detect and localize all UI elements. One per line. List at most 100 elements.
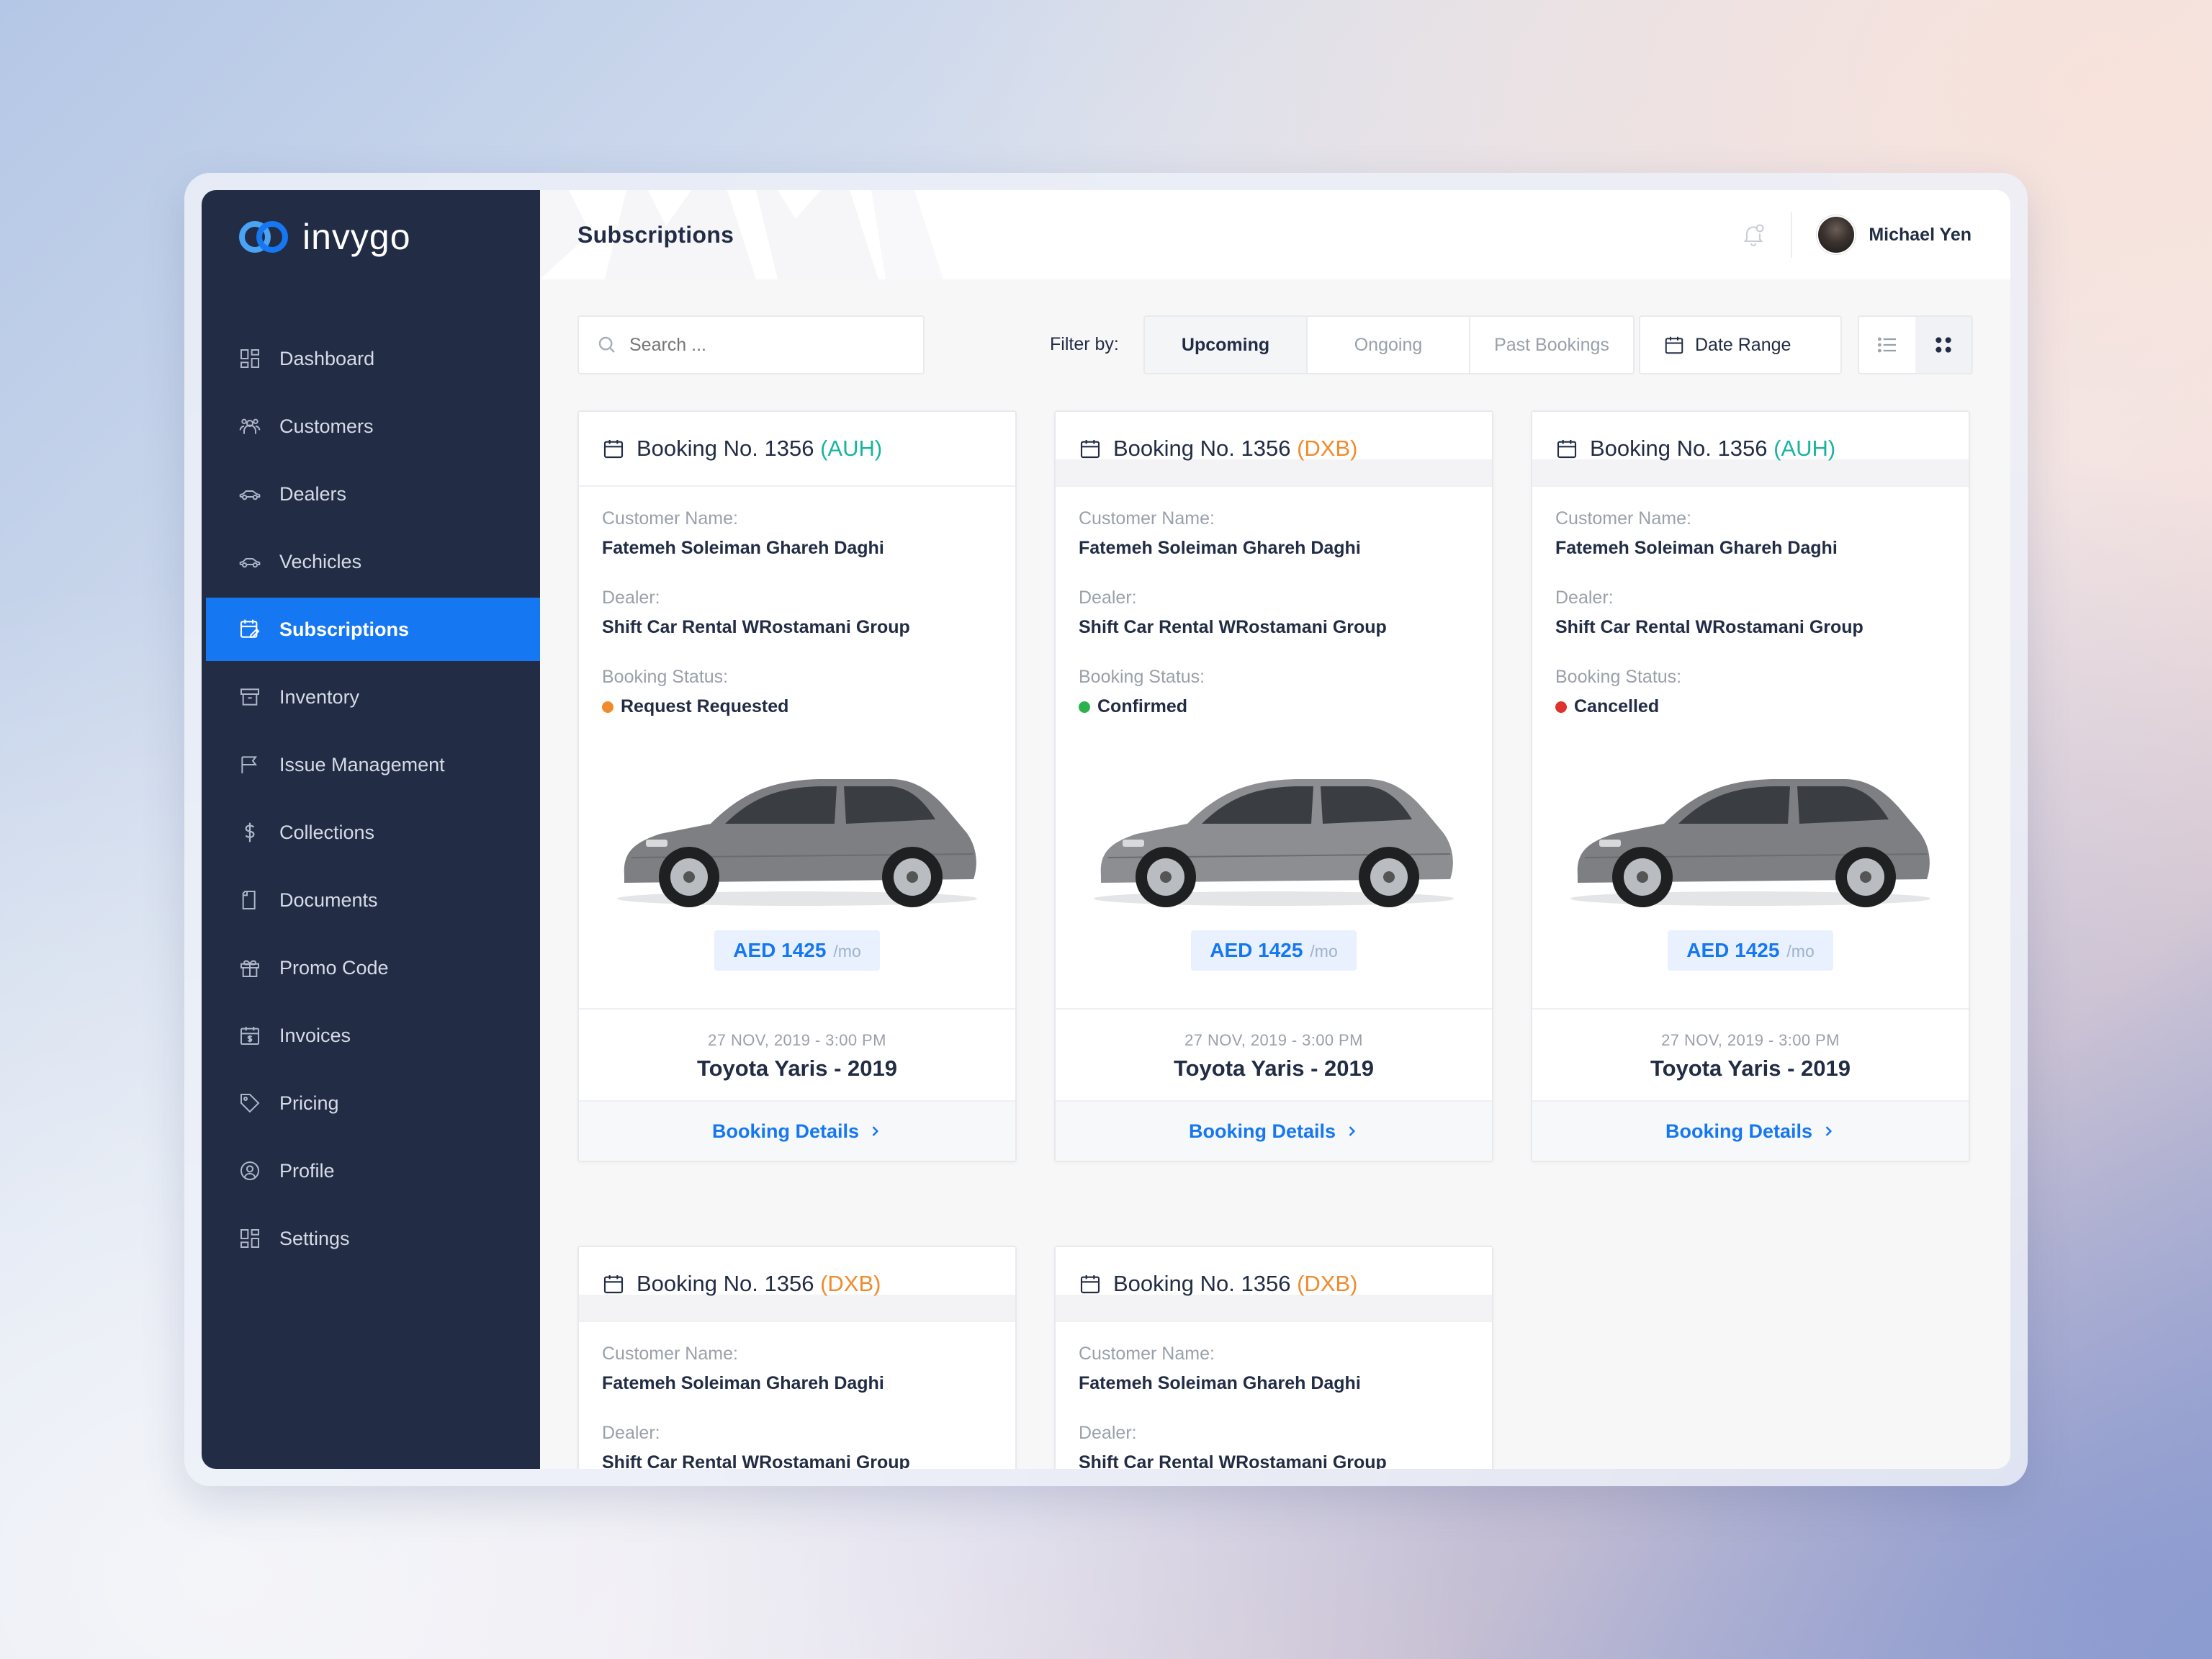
booking-card[interactable]: Booking No. 1356 (AUH) Customer Name: Fa… — [1531, 410, 1970, 1162]
search-input[interactable] — [629, 334, 903, 356]
car-model: Toyota Yaris - 2019 — [696, 1056, 897, 1081]
booking-status-label: Booking Status: — [1555, 667, 1682, 687]
calendar-icon — [1080, 440, 1100, 459]
booking-number: Booking No. 1356 (AUH) — [1590, 436, 1836, 461]
booking-card-header: Booking No. 1356 (AUH) — [579, 412, 1015, 487]
status-dot — [1555, 701, 1567, 713]
sidebar-item-promo-code[interactable]: Promo Code — [202, 936, 540, 999]
booking-card[interactable]: Booking No. 1356 (DXB) Customer Name: Fa… — [577, 1246, 1017, 1469]
invygo-logo-icon — [239, 221, 288, 253]
booking-card-body: Customer Name: Fatemeh Soleiman Ghareh D… — [1056, 487, 1492, 971]
booking-card[interactable]: Booking No. 1356 (DXB) Customer Name: Fa… — [1054, 1246, 1493, 1469]
price-badge: AED 1425 /mo — [714, 930, 880, 971]
booking-status-value: Request Requested — [621, 696, 789, 716]
notification-bell-icon[interactable] — [1740, 222, 1766, 248]
settings-grid-icon — [238, 1226, 262, 1251]
booking-card[interactable]: Booking No. 1356 (DXB) Customer Name: Fa… — [1054, 410, 1493, 1162]
profile-icon — [238, 1159, 262, 1183]
price-badge: AED 1425 /mo — [1191, 930, 1357, 971]
dealer-label: Dealer: — [1555, 588, 1614, 608]
calendar-icon — [603, 1275, 624, 1294]
sidebar-item-documents[interactable]: Documents — [202, 868, 540, 932]
sidebar-item-issue-management[interactable]: Issue Management — [202, 733, 540, 796]
booking-date: 27 NOV, 2019 - 3:00 PM — [1661, 1031, 1840, 1049]
sidebar-item-dealers[interactable]: Dealers — [202, 462, 540, 526]
grid-view-icon — [1936, 337, 1951, 353]
booking-card-body: Customer Name: Fatemeh Soleiman Ghareh D… — [579, 1322, 1015, 1469]
flag-icon — [238, 752, 262, 777]
car-model: Toyota Yaris - 2019 — [1173, 1056, 1374, 1081]
filter-upcoming[interactable]: Upcoming — [1145, 317, 1308, 373]
booking-card-header: Booking No. 1356 (DXB) — [1056, 1247, 1492, 1322]
sidebar-item-pricing[interactable]: Pricing — [202, 1071, 540, 1135]
list-view-button[interactable] — [1859, 317, 1915, 373]
booking-card-info: 27 NOV, 2019 - 3:00 PM Toyota Yaris - 20… — [1532, 1008, 1969, 1100]
top-bar: Subscriptions Michael Yen — [540, 190, 2010, 279]
toolbar: Filter by: Upcoming Ongoing Past Booking… — [577, 315, 1973, 374]
grid-view-button[interactable] — [1915, 317, 1972, 373]
car-model: Toyota Yaris - 2019 — [1650, 1056, 1851, 1081]
booking-details-link[interactable]: Booking Details — [1056, 1100, 1492, 1161]
customer-name-label: Customer Name: — [1555, 508, 1691, 529]
sidebar-item-label: Issue Management — [279, 753, 445, 775]
calendar-icon — [1665, 336, 1683, 354]
search-icon — [598, 336, 615, 353]
invoice-calendar-icon — [238, 1023, 262, 1048]
brand-logo[interactable]: invygo — [238, 212, 411, 262]
dealer-label: Dealer: — [1079, 588, 1137, 608]
booking-number: Booking No. 1356 (DXB) — [1113, 436, 1358, 461]
user-menu[interactable]: Michael Yen — [1817, 215, 1972, 254]
customer-name-value: Fatemeh Soleiman Ghareh Daghi — [602, 1373, 884, 1393]
filter-ongoing[interactable]: Ongoing — [1308, 317, 1470, 373]
sidebar-item-settings[interactable]: Settings — [202, 1207, 540, 1270]
booking-number: Booking No. 1356 (DXB) — [1113, 1271, 1358, 1296]
calendar-icon — [1557, 440, 1577, 459]
search-box[interactable] — [577, 315, 925, 374]
status-dot — [602, 701, 613, 713]
sidebar-item-invoices[interactable]: Invoices — [202, 1004, 540, 1067]
sidebar-item-profile[interactable]: Profile — [202, 1139, 540, 1202]
brand-name: invygo — [302, 217, 411, 257]
booking-card[interactable]: Booking No. 1356 (AUH) Customer Name: Fa… — [577, 410, 1017, 1162]
dealer-value: Shift Car Rental WRostamani Group — [602, 617, 910, 637]
topbar-divider — [1791, 212, 1793, 258]
filter-segmented-control: Upcoming Ongoing Past Bookings — [1143, 315, 1635, 374]
car-image-container — [1079, 739, 1469, 919]
sidebar-item-inventory[interactable]: Inventory — [202, 665, 540, 729]
sidebar-item-customers[interactable]: Customers — [202, 395, 540, 458]
booking-status-value: Confirmed — [1097, 696, 1187, 716]
sidebar-item-dashboard[interactable]: Dashboard — [202, 327, 540, 390]
date-range-label: Date Range — [1695, 334, 1791, 355]
customer-name-value: Fatemeh Soleiman Ghareh Daghi — [602, 538, 884, 558]
gift-icon — [238, 956, 262, 980]
sidebar-item-subscriptions[interactable]: Subscriptions — [206, 598, 540, 661]
booking-status: Confirmed — [1079, 696, 1469, 717]
customer-name-value: Fatemeh Soleiman Ghareh Daghi — [1079, 538, 1361, 558]
booking-number: Booking No. 1356 (AUH) — [637, 436, 883, 461]
sidebar-item-collections[interactable]: Collections — [202, 801, 540, 864]
dealer-label: Dealer: — [602, 588, 660, 608]
price-wrap: AED 1425 /mo — [602, 930, 992, 971]
sidebar-item-label: Pricing — [279, 1092, 339, 1114]
car-image-container — [602, 739, 992, 919]
list-view-icon — [1877, 337, 1896, 353]
sidebar-item-vechicles[interactable]: Vechicles — [202, 530, 540, 593]
booking-card-info: 27 NOV, 2019 - 3:00 PM Toyota Yaris - 20… — [579, 1008, 1015, 1100]
booking-card-body: Customer Name: Fatemeh Soleiman Ghareh D… — [1056, 1322, 1492, 1469]
view-toggle — [1858, 315, 1973, 374]
customer-name-label: Customer Name: — [1079, 1344, 1215, 1364]
sidebar-item-label: Dealers — [279, 482, 347, 505]
booking-details-link[interactable]: Booking Details — [1532, 1100, 1969, 1161]
sidebar-item-label: Inventory — [279, 685, 360, 708]
page-title: Subscriptions — [577, 221, 734, 248]
price-amount: AED 1425 — [1686, 939, 1780, 961]
customers-icon — [238, 414, 262, 439]
sidebar-item-label: Dashboard — [279, 347, 375, 369]
date-range-button[interactable]: Date Range — [1639, 315, 1842, 374]
dealer-value: Shift Car Rental WRostamani Group — [1079, 1452, 1387, 1469]
sidebar-item-label: Subscriptions — [279, 618, 410, 640]
filter-past-bookings[interactable]: Past Bookings — [1470, 317, 1633, 373]
archive-icon — [238, 685, 262, 709]
booking-details-link[interactable]: Booking Details — [579, 1100, 1015, 1161]
booking-details-label: Booking Details — [711, 1120, 860, 1142]
